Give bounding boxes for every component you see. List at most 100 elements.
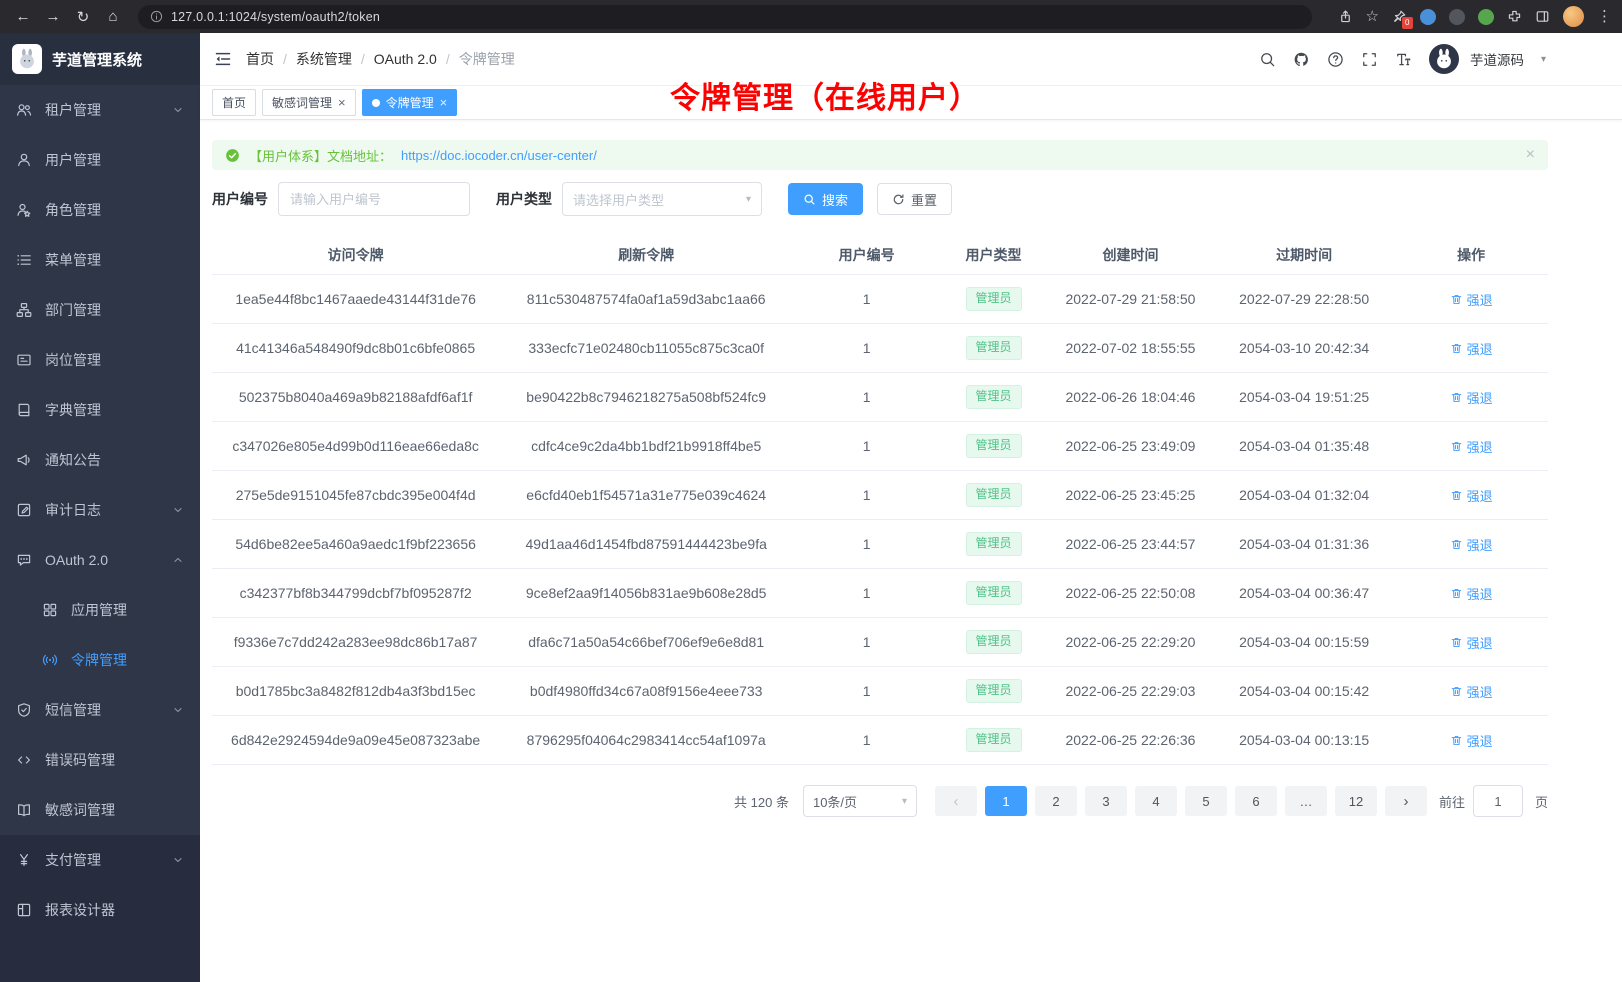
doc-link[interactable]: https://doc.iocoder.cn/user-center/ — [401, 148, 597, 163]
header-actions: 芋道源码 ▾ — [1259, 44, 1546, 74]
search-button[interactable]: 搜索 — [788, 183, 863, 215]
delete-icon — [1450, 685, 1463, 698]
sidebar-item-1[interactable]: 用户管理 — [0, 135, 200, 185]
action-cell: 强退 — [1394, 471, 1548, 520]
goto-page-input[interactable] — [1473, 785, 1523, 817]
tab-item-2[interactable]: 令牌管理× — [362, 89, 458, 116]
force-logout-button[interactable]: 强退 — [1450, 731, 1493, 750]
page-ellipsis[interactable]: … — [1285, 786, 1327, 816]
username[interactable]: 芋道源码 — [1470, 49, 1524, 69]
sidebar-filler — [0, 935, 200, 982]
extension-icon-green[interactable] — [1478, 9, 1494, 25]
force-logout-button[interactable]: 强退 — [1450, 535, 1493, 554]
font-size-icon[interactable] — [1395, 51, 1412, 68]
alert-close-icon[interactable]: × — [1526, 147, 1535, 163]
create-time-cell: 2022-06-26 18:04:46 — [1047, 373, 1214, 422]
user-type-select[interactable]: 请选择用户类型 ▾ — [562, 182, 762, 216]
delete-icon — [1450, 293, 1463, 306]
extension-icon-blue[interactable] — [1420, 9, 1436, 25]
user-id-input[interactable] — [278, 182, 470, 216]
browser-menu-icon[interactable]: ⋮ — [1597, 9, 1612, 24]
refresh-token-cell: e6cfd40eb1f54571a31e775e039c4624 — [499, 471, 793, 520]
table-row: 54d6be82ee5a460a9aedc1f9bf22365649d1aa46… — [212, 520, 1548, 569]
force-logout-button[interactable]: 强退 — [1450, 584, 1493, 603]
bookmark-star-icon[interactable]: ☆ — [1366, 9, 1379, 24]
sidebar-item-4[interactable]: 部门管理 — [0, 285, 200, 335]
extension-pin-icon[interactable]: 0 — [1392, 9, 1407, 24]
force-logout-button[interactable]: 强退 — [1450, 437, 1493, 456]
sidebar-item-14[interactable]: 敏感词管理 — [0, 785, 200, 835]
column-header: 用户编号 — [793, 236, 940, 275]
user-avatar[interactable] — [1429, 44, 1459, 74]
breadcrumb-item[interactable]: 首页 — [246, 49, 274, 69]
page-size-select[interactable]: 10条/页 ▾ — [803, 785, 917, 817]
browser-address-bar[interactable]: 127.0.0.1:1024/system/oauth2/token — [138, 5, 1312, 29]
fullscreen-icon[interactable] — [1361, 51, 1378, 68]
next-page-button[interactable]: › — [1385, 786, 1427, 816]
sidebar-item-16[interactable]: 报表设计器 — [0, 885, 200, 935]
sidebar-item-7[interactable]: 通知公告 — [0, 435, 200, 485]
force-logout-label: 强退 — [1467, 682, 1493, 701]
page-button-12[interactable]: 12 — [1335, 786, 1377, 816]
sidebar-item-8[interactable]: 审计日志 — [0, 485, 200, 535]
action-cell: 强退 — [1394, 373, 1548, 422]
github-icon[interactable] — [1293, 51, 1310, 68]
table-row: 502375b8040a469a9b82188afdf6af1fbe90422b… — [212, 373, 1548, 422]
share-icon[interactable] — [1338, 9, 1353, 24]
page-button-5[interactable]: 5 — [1185, 786, 1227, 816]
page-button-4[interactable]: 4 — [1135, 786, 1177, 816]
page-button-2[interactable]: 2 — [1035, 786, 1077, 816]
sidebar-item-3[interactable]: 菜单管理 — [0, 235, 200, 285]
tab-item-0[interactable]: 首页 — [212, 89, 256, 116]
user-id-cell: 1 — [793, 471, 940, 520]
breadcrumb-item[interactable]: OAuth 2.0 — [374, 51, 437, 67]
extensions-puzzle-icon[interactable] — [1507, 9, 1522, 24]
force-logout-button[interactable]: 强退 — [1450, 339, 1493, 358]
sidebar-item-11[interactable]: 令牌管理 — [0, 635, 200, 685]
site-info-icon[interactable] — [150, 10, 163, 23]
force-logout-label: 强退 — [1467, 388, 1493, 407]
tab-close-icon[interactable]: × — [338, 96, 346, 109]
prev-page-button[interactable]: ‹ — [935, 786, 977, 816]
force-logout-button[interactable]: 强退 — [1450, 290, 1493, 309]
sidebar-item-9[interactable]: OAuth 2.0 — [0, 535, 200, 585]
sidebar-panel-icon[interactable] — [1535, 9, 1550, 24]
breadcrumb-item[interactable]: 系统管理 — [296, 49, 352, 69]
force-logout-button[interactable]: 强退 — [1450, 388, 1493, 407]
page-button-1[interactable]: 1 — [985, 786, 1027, 816]
user-type-badge: 管理员 — [966, 336, 1022, 360]
reload-icon[interactable]: ↻ — [70, 4, 96, 30]
table-row: 1ea5e44f8bc1467aaede43144f31de76811c5304… — [212, 275, 1548, 324]
collapse-sidebar-icon[interactable] — [214, 50, 232, 68]
access-token-cell: 41c41346a548490f9dc8b01c6bfe0865 — [212, 324, 499, 373]
forward-icon[interactable]: → — [40, 4, 66, 30]
force-logout-label: 强退 — [1467, 339, 1493, 358]
sidebar-item-10[interactable]: 应用管理 — [0, 585, 200, 635]
sidebar-item-5[interactable]: 岗位管理 — [0, 335, 200, 385]
sidebar-item-13[interactable]: 错误码管理 — [0, 735, 200, 785]
tab-item-1[interactable]: 敏感词管理× — [262, 89, 356, 116]
search-icon[interactable] — [1259, 51, 1276, 68]
reset-button[interactable]: 重置 — [877, 183, 952, 215]
sidebar-item-label: 用户管理 — [45, 150, 101, 170]
access-token-cell: f9336e7c7dd242a283ee98dc86b17a87 — [212, 618, 499, 667]
sidebar-item-0[interactable]: 租户管理 — [0, 85, 200, 135]
app-logo[interactable]: 芋道管理系统 — [0, 33, 200, 85]
browser-profile-avatar[interactable] — [1563, 6, 1584, 27]
sidebar-item-2[interactable]: 角色管理 — [0, 185, 200, 235]
sidebar-item-12[interactable]: 短信管理 — [0, 685, 200, 735]
force-logout-button[interactable]: 强退 — [1450, 486, 1493, 505]
help-icon[interactable] — [1327, 51, 1344, 68]
page-button-6[interactable]: 6 — [1235, 786, 1277, 816]
force-logout-button[interactable]: 强退 — [1450, 682, 1493, 701]
sidebar-item-6[interactable]: 字典管理 — [0, 385, 200, 435]
force-logout-button[interactable]: 强退 — [1450, 633, 1493, 652]
annotation-text: 令牌管理（在线用户） — [670, 73, 980, 117]
create-time-cell: 2022-06-25 22:29:03 — [1047, 667, 1214, 716]
tab-close-icon[interactable]: × — [440, 96, 448, 109]
extension-icon-dark[interactable] — [1449, 9, 1465, 25]
home-icon[interactable]: ⌂ — [100, 4, 126, 30]
sidebar-item-15[interactable]: 支付管理 — [0, 835, 200, 885]
page-button-3[interactable]: 3 — [1085, 786, 1127, 816]
back-icon[interactable]: ← — [10, 4, 36, 30]
